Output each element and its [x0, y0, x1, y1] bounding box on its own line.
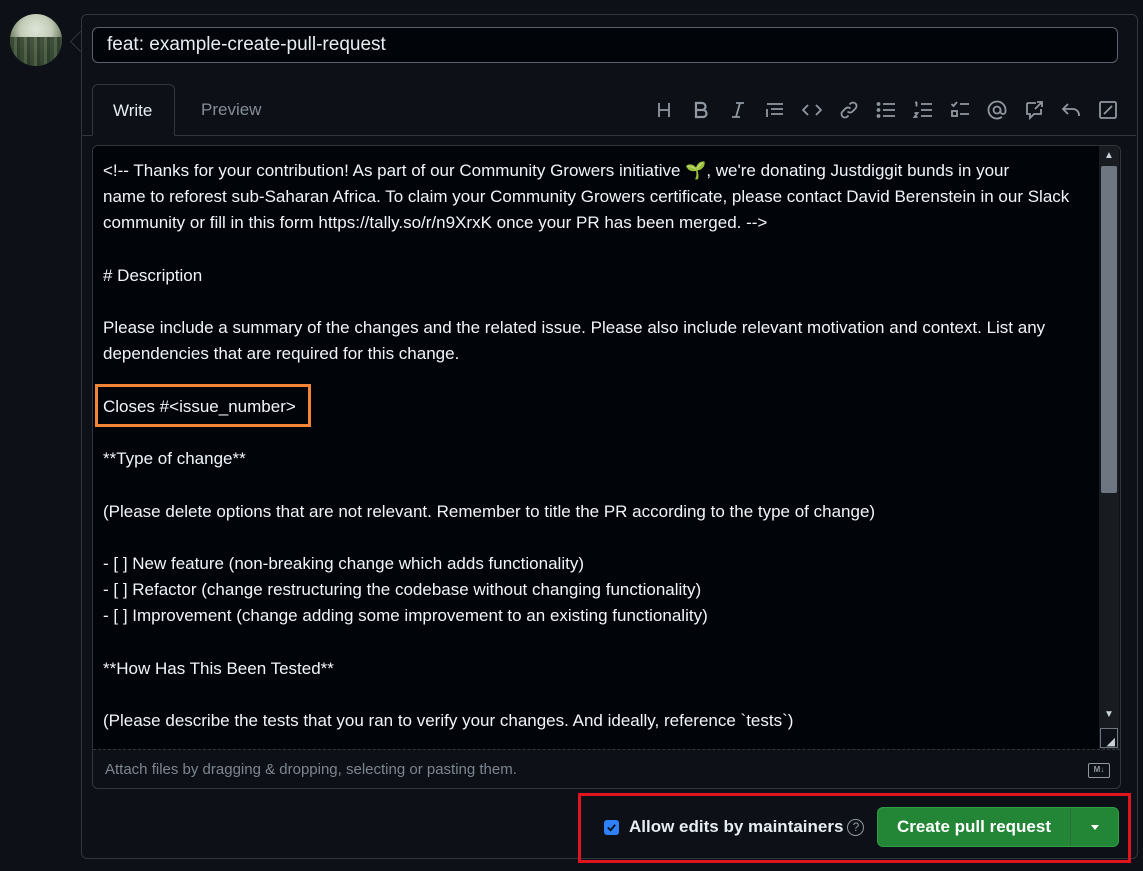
tab-write[interactable]: Write: [92, 84, 175, 136]
editor-line: <!-- Thanks for your contribution! As pa…: [103, 161, 1010, 180]
allow-edits-checkbox[interactable]: [604, 819, 619, 835]
editor-line: name to reforest sub-Saharan Africa. To …: [103, 187, 1070, 207]
link-icon[interactable]: [830, 96, 867, 124]
allow-edits-control[interactable]: Allow edits by maintainers ?: [604, 815, 865, 839]
bold-icon[interactable]: [682, 96, 719, 124]
markdown-supported-icon[interactable]: M↓: [1088, 763, 1110, 778]
editor-line: **Type of change**: [103, 449, 246, 469]
editor-tabbar: Write Preview: [82, 84, 1136, 136]
scroll-up-arrow-icon[interactable]: ▲: [1101, 149, 1117, 163]
italic-icon[interactable]: [719, 96, 756, 124]
markdown-editor: <!-- Thanks for your contribution! As pa…: [92, 145, 1121, 789]
create-pull-request-button[interactable]: Create pull request: [878, 808, 1070, 846]
unordered-list-icon[interactable]: [867, 96, 904, 124]
resize-grip-icon[interactable]: ◢: [1100, 728, 1118, 748]
task-list-icon[interactable]: [941, 96, 978, 124]
editor-line: - [ ] Refactor (change restructuring the…: [103, 580, 702, 600]
editor-line: **How Has This Been Tested**: [103, 658, 334, 678]
scroll-down-arrow-icon[interactable]: ▼: [1101, 708, 1117, 722]
chevron-down-icon: [1090, 825, 1099, 830]
editor-line: (Please delete options that are not rele…: [103, 501, 876, 521]
help-question-icon[interactable]: ?: [847, 818, 865, 836]
code-icon[interactable]: [793, 96, 830, 124]
attach-files-hint: Attach files by dragging & dropping, sel…: [105, 761, 517, 778]
pr-title-input[interactable]: feat: example-create-pull-request: [92, 27, 1118, 63]
create-pull-request-button-group: Create pull request: [877, 807, 1119, 847]
tab-preview[interactable]: Preview: [181, 84, 281, 135]
cross-reference-icon[interactable]: [1015, 96, 1052, 124]
quote-icon[interactable]: [756, 96, 793, 124]
user-avatar[interactable]: [10, 14, 62, 66]
markdown-toolbar: [645, 96, 1126, 124]
reply-icon[interactable]: [1052, 96, 1089, 124]
allow-edits-label[interactable]: Allow edits by maintainers: [629, 817, 843, 837]
fullscreen-icon[interactable]: [1089, 96, 1126, 124]
editor-line: # Description: [103, 265, 203, 285]
pr-body-textarea[interactable]: <!-- Thanks for your contribution! As pa…: [93, 146, 1099, 749]
editor-line: - [ ] Improvement (change adding some im…: [103, 606, 708, 626]
ordered-list-icon[interactable]: [904, 96, 941, 124]
editor-line: Closes #<issue_number>: [103, 396, 296, 416]
scrollbar-thumb[interactable]: [1101, 166, 1117, 493]
avatar-image: [10, 37, 62, 66]
editor-line: Please include a summary of the changes …: [103, 318, 1046, 338]
heading-icon[interactable]: [645, 96, 682, 124]
mention-icon[interactable]: [978, 96, 1015, 124]
editor-line: dependencies that are required for this …: [103, 344, 460, 364]
create-options-dropdown[interactable]: [1071, 808, 1118, 846]
attach-files-bar[interactable]: Attach files by dragging & dropping, sel…: [93, 749, 1120, 788]
editor-line: community or fill in this form https://t…: [103, 213, 768, 233]
editor-line: (Please describe the tests that you ran …: [103, 711, 794, 731]
editor-line: - [ ] New feature (non-breaking change w…: [103, 553, 584, 573]
